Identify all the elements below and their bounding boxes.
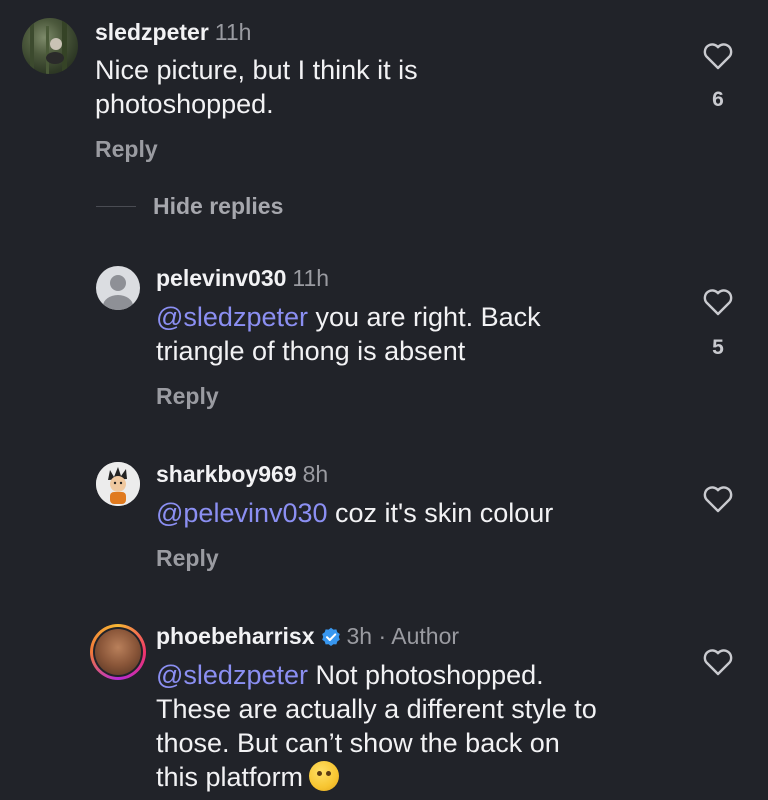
avatar[interactable] xyxy=(96,462,140,506)
avatar[interactable] xyxy=(96,266,140,310)
reply-button[interactable]: Reply xyxy=(156,545,219,572)
like-count[interactable]: 5 xyxy=(703,336,733,360)
comment-text: @sledzpeter Not photoshopped. These are … xyxy=(156,658,696,794)
comment-line-text: this platform xyxy=(156,762,304,792)
avatar xyxy=(95,629,141,675)
comment-line: @pelevinv030 coz it's skin colour xyxy=(156,496,696,530)
heart-icon[interactable] xyxy=(703,485,733,513)
comment-text: Nice picture, but I think it is photosho… xyxy=(95,53,635,121)
heart-icon[interactable] xyxy=(703,42,733,70)
comment-line: @sledzpeter Not photoshopped. xyxy=(156,658,696,692)
username[interactable]: phoebeharrisx xyxy=(156,623,315,649)
avatar-ring-inner xyxy=(93,627,143,677)
timestamp: 11h xyxy=(292,265,330,291)
username[interactable]: pelevinv030 xyxy=(156,265,286,291)
avatar-photo-image xyxy=(30,20,67,74)
like-count[interactable]: 6 xyxy=(703,88,733,112)
avatar[interactable] xyxy=(22,18,78,74)
reply-button[interactable]: Reply xyxy=(95,136,158,163)
comment-line: Nice picture, but I think it is xyxy=(95,55,418,85)
username[interactable]: sledzpeter xyxy=(95,19,209,45)
comment-pelevinv030: pelevinv030 11h @sledzpeter you are right… xyxy=(0,250,768,420)
avatar-story-ring[interactable] xyxy=(90,624,146,680)
comment-header: pelevinv030 11h xyxy=(156,264,329,292)
comment-line: this platform xyxy=(156,760,696,794)
comment-text: @pelevinv030 coz it's skin colour xyxy=(156,496,696,530)
comment-line-text: Not photoshopped. xyxy=(307,660,544,690)
hide-replies-button[interactable]: Hide replies xyxy=(153,193,283,220)
comment-line-text: you are right. Back xyxy=(307,302,541,332)
comment-sharkboy969: sharkboy969 8h @pelevinv030 coz it's skin… xyxy=(0,450,768,590)
comment-phoebeharrisx: phoebeharrisx 3h · Author @sledzpeter No… xyxy=(0,610,768,800)
timestamp: 3h · Author xyxy=(346,623,460,649)
comment-line: @sledzpeter you are right. Back xyxy=(156,300,696,334)
reply-button[interactable]: Reply xyxy=(156,383,219,410)
shushing-face-emoji-icon xyxy=(309,761,340,791)
comment-line-text: coz it's skin colour xyxy=(327,498,554,528)
comment-sledzpeter: sledzpeter 11h Nice picture, but I think … xyxy=(0,0,768,180)
comment-line: triangle of thong is absent xyxy=(156,336,466,366)
comment-header: phoebeharrisx 3h · Author xyxy=(156,622,459,650)
heart-icon[interactable] xyxy=(703,288,733,316)
comment-line: photoshopped. xyxy=(95,89,274,119)
comment-header: sharkboy969 8h xyxy=(156,460,328,488)
username[interactable]: sharkboy969 xyxy=(156,461,297,487)
timestamp: 8h xyxy=(302,461,329,487)
cartoon-avatar-image xyxy=(96,462,140,506)
heart-icon[interactable] xyxy=(703,648,733,676)
default-avatar-icon xyxy=(103,275,133,310)
timestamp: 11h xyxy=(214,19,252,45)
mention-link[interactable]: @sledzpeter xyxy=(156,660,308,690)
comment-header: sledzpeter 11h xyxy=(95,18,251,46)
verified-badge-icon xyxy=(321,627,340,646)
comment-line: These are actually a different style to xyxy=(156,694,597,724)
mention-link[interactable]: @sledzpeter xyxy=(156,302,308,332)
comment-text: @sledzpeter you are right. Back triangle… xyxy=(156,300,696,368)
mention-link[interactable]: @pelevinv030 xyxy=(156,498,328,528)
comment-line: those. But can’t show the back on xyxy=(156,728,560,758)
divider-line xyxy=(96,206,136,207)
